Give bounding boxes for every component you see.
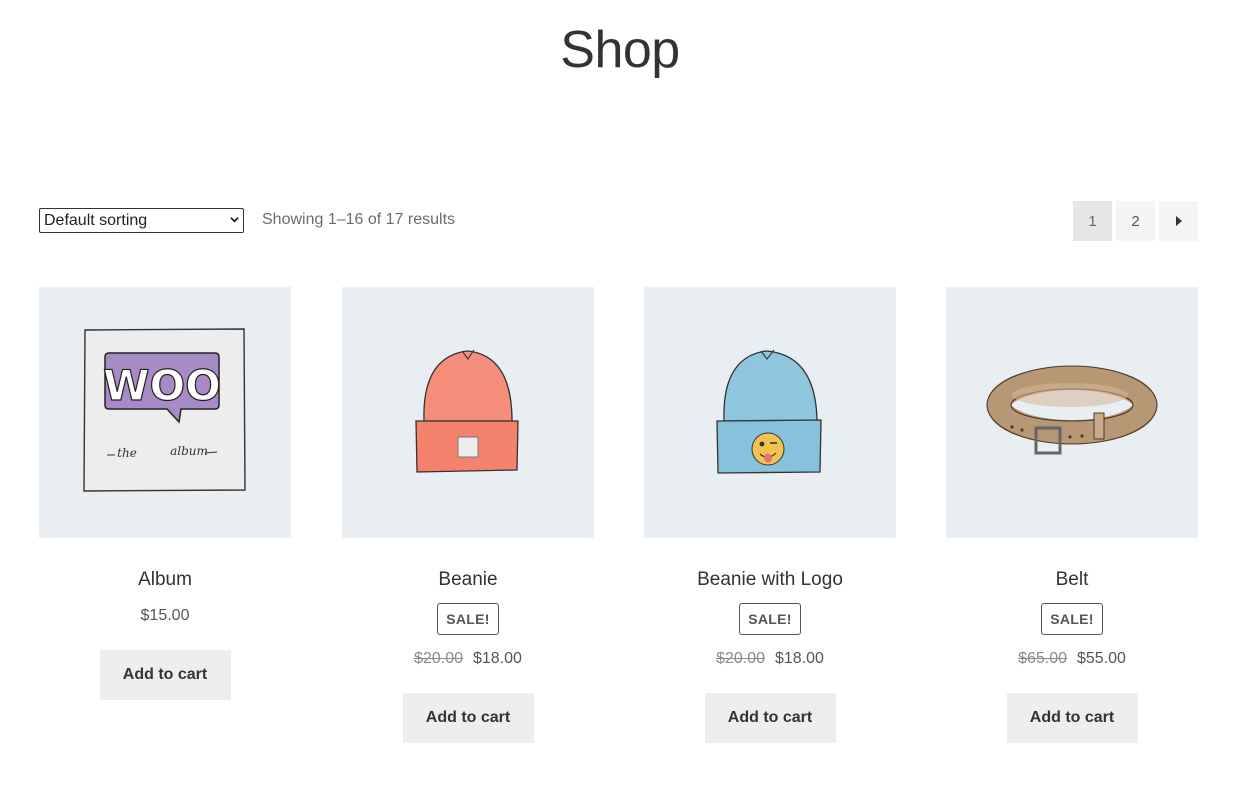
sale-price: $18.00: [775, 650, 824, 667]
sale-price: $55.00: [1077, 650, 1126, 667]
product-image-beanie-with-logo[interactable]: [644, 287, 896, 538]
shop-toolbar: Default sorting Showing 1–16 of 17 resul…: [39, 201, 1198, 241]
original-price: $20.00: [716, 650, 765, 667]
product-title[interactable]: Beanie with Logo: [644, 569, 896, 591]
album-caption-left: the: [117, 446, 137, 460]
page-link-2[interactable]: 2: [1116, 201, 1155, 241]
product-price: $20.00 $18.00: [342, 649, 594, 669]
product-card-belt: Belt SALE! $65.00 $55.00 Add to cart: [946, 287, 1198, 743]
product-price: $20.00 $18.00: [644, 649, 896, 669]
belt-illustration: [986, 365, 1158, 455]
add-to-cart-button[interactable]: Add to cart: [99, 650, 231, 700]
chevron-down-icon: [230, 217, 239, 223]
caret-right-icon: [1175, 216, 1182, 226]
result-count: Showing 1–16 of 17 results: [262, 211, 456, 228]
sale-badge: SALE!: [437, 603, 499, 635]
original-price: $65.00: [1018, 650, 1067, 667]
sort-select[interactable]: Default sorting: [39, 208, 244, 233]
next-page-button[interactable]: [1159, 201, 1198, 241]
product-title[interactable]: Beanie: [342, 569, 594, 591]
add-to-cart-button[interactable]: Add to cart: [402, 693, 534, 743]
product-image-album[interactable]: WOO the album: [39, 287, 291, 538]
product-card-beanie-with-logo: Beanie with Logo SALE! $20.00 $18.00 Add …: [644, 287, 896, 743]
beanie-logo-illustration: [716, 349, 822, 474]
product-title[interactable]: Album: [39, 569, 291, 591]
product-card-beanie: Beanie SALE! $20.00 $18.00 Add to cart: [342, 287, 594, 743]
product-image-belt[interactable]: [946, 287, 1198, 538]
album-logo-text: WOO: [103, 361, 221, 410]
current-price: $15.00: [140, 607, 190, 624]
sort-select-value: Default sorting: [44, 212, 148, 229]
product-image-beanie[interactable]: [342, 287, 594, 538]
sale-price: $18.00: [473, 650, 522, 667]
add-to-cart-button[interactable]: Add to cart: [1006, 693, 1138, 743]
product-price: $65.00 $55.00: [946, 649, 1198, 669]
add-to-cart-button[interactable]: Add to cart: [704, 693, 836, 743]
pagination: 1 2: [1073, 201, 1198, 241]
sale-badge: SALE!: [1041, 603, 1103, 635]
product-title[interactable]: Belt: [946, 569, 1198, 591]
original-price: $20.00: [414, 650, 463, 667]
beanie-illustration: [415, 349, 519, 473]
page-link-1[interactable]: 1: [1073, 201, 1112, 241]
album-illustration: WOO the album: [83, 328, 246, 492]
sale-badge: SALE!: [739, 603, 801, 635]
page-title: Shop: [560, 21, 680, 79]
album-caption-right: album: [170, 444, 208, 458]
product-card-album: WOO the album Album $15.00 Add to cart: [39, 287, 291, 700]
product-price: $15.00: [39, 606, 291, 626]
